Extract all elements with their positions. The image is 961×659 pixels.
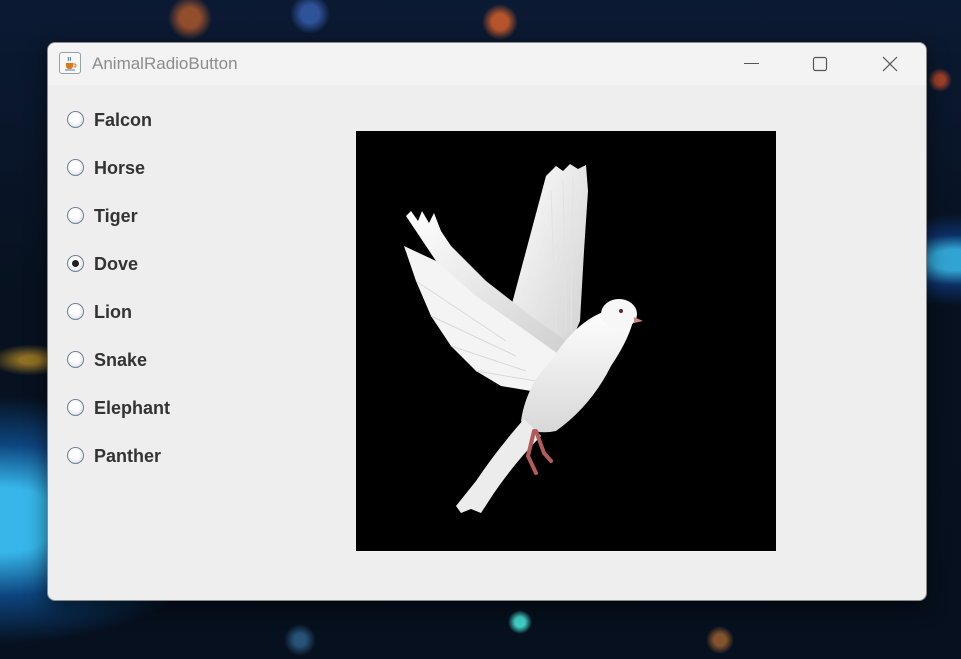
minimize-icon: [744, 63, 759, 64]
window-title: AnimalRadioButton: [92, 54, 238, 73]
title-bar[interactable]: AnimalRadioButton: [48, 43, 926, 85]
radio-circle[interactable]: [67, 447, 84, 464]
radio-circle[interactable]: [67, 399, 84, 416]
radio-circle-selected[interactable]: [67, 255, 84, 272]
radio-label[interactable]: Panther: [94, 445, 161, 467]
radio-label[interactable]: Snake: [94, 349, 147, 371]
radio-circle[interactable]: [67, 207, 84, 224]
minimize-button[interactable]: [729, 43, 775, 85]
radio-circle[interactable]: [67, 303, 84, 320]
close-icon: [882, 56, 898, 72]
dove-image: [404, 164, 643, 513]
java-cup-icon: [59, 52, 81, 74]
close-button[interactable]: [867, 43, 913, 85]
radio-label[interactable]: Horse: [94, 157, 145, 179]
radio-circle[interactable]: [67, 351, 84, 368]
maximize-button[interactable]: [797, 43, 843, 85]
radio-selected-dot: [72, 260, 79, 267]
radio-label[interactable]: Lion: [94, 301, 132, 323]
radio-circle[interactable]: [67, 159, 84, 176]
app-window: AnimalRadioButton Falcon Horse Tiger Dov…: [47, 42, 927, 601]
radio-label[interactable]: Falcon: [94, 109, 152, 131]
maximize-icon: [812, 56, 828, 72]
radio-label[interactable]: Dove: [94, 253, 138, 275]
radio-label[interactable]: Tiger: [94, 205, 138, 227]
radio-circle[interactable]: [67, 111, 84, 128]
animal-image: [356, 131, 776, 551]
radio-label[interactable]: Elephant: [94, 397, 170, 419]
